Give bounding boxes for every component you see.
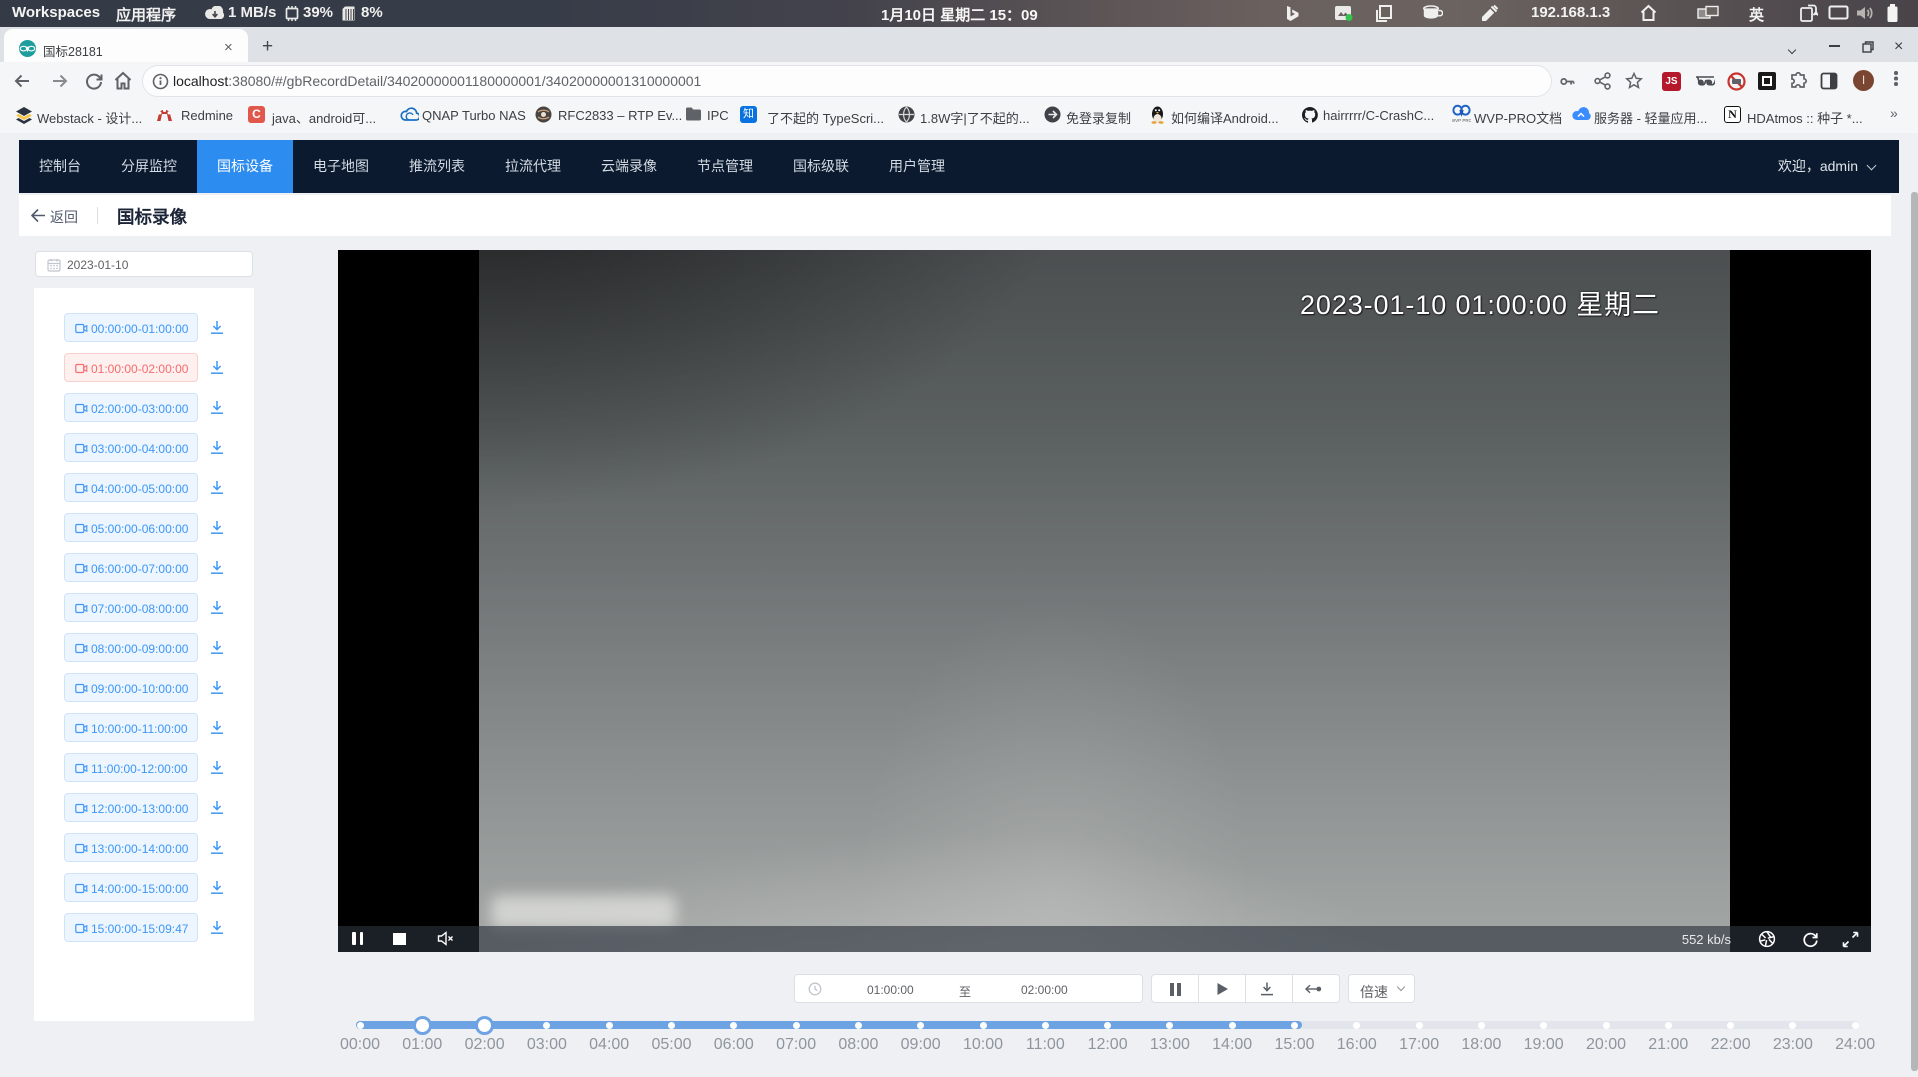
- svg-text:WVP PRO: WVP PRO: [1452, 118, 1471, 123]
